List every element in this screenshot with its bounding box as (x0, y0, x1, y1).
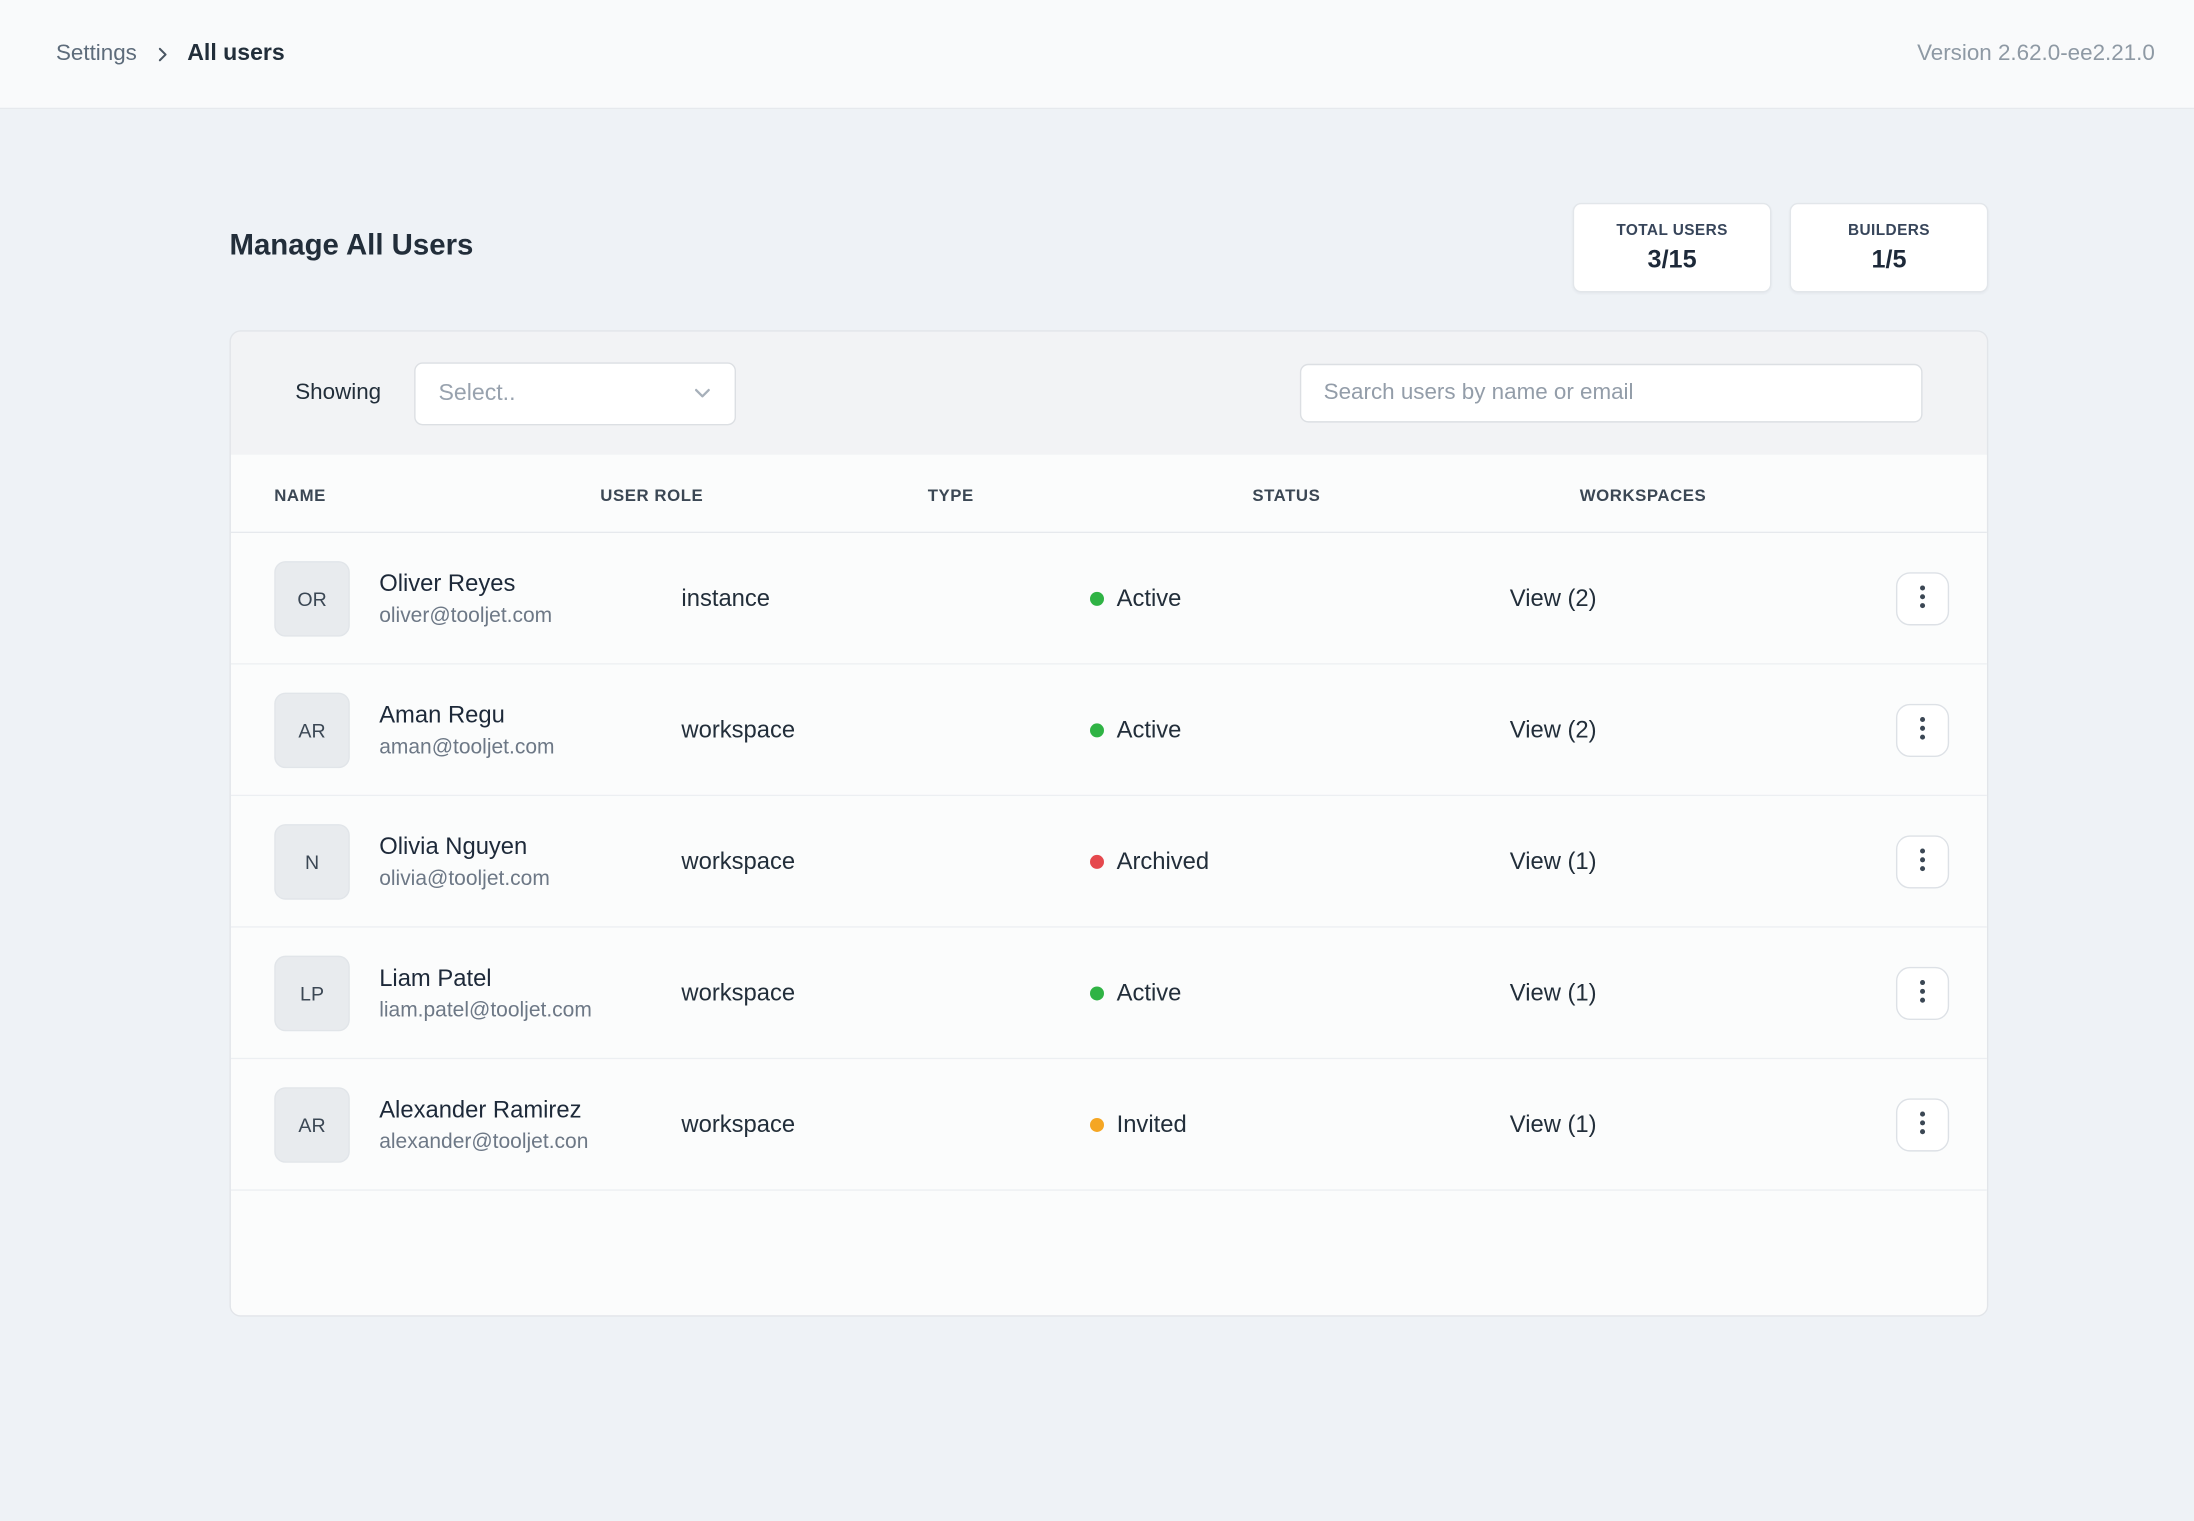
user-info: Olivia Nguyen olivia@tooljet.com (379, 833, 550, 890)
user-role: workspace (681, 1110, 795, 1138)
column-header-name: NAME (274, 486, 326, 506)
showing-label: Showing (295, 381, 381, 406)
avatar-initials: N (305, 851, 319, 873)
status-text: Active (1117, 716, 1182, 744)
user-role: workspace (681, 979, 795, 1007)
status-dot (1090, 723, 1104, 737)
table-header: NAME USER ROLE TYPE STATUS WORKSPACES (231, 455, 1987, 533)
stat-value: 3/15 (1648, 244, 1697, 273)
select-value: Select.. (438, 380, 515, 407)
table-row: N Olivia Nguyen olivia@tooljet.com works… (231, 796, 1987, 928)
search-input[interactable] (1300, 364, 1923, 423)
stats: TOTAL USERS 3/15 BUILDERS 1/5 (1573, 203, 1989, 293)
status-dot (1090, 854, 1104, 868)
user-status: Active (1090, 716, 1181, 744)
status-text: Active (1117, 979, 1182, 1007)
app: Settings All users Version 2.62.0-ee2.21… (0, 0, 2194, 1521)
user-status: Active (1090, 584, 1181, 612)
status-text: Invited (1117, 1110, 1187, 1138)
row-actions-button[interactable] (1896, 1098, 1949, 1151)
users-table: NAME USER ROLE TYPE STATUS WORKSPACES OR… (231, 455, 1987, 1316)
avatar-initials: AR (298, 719, 325, 741)
page-title: Manage All Users (229, 229, 473, 263)
status-filter-select[interactable]: Select.. (415, 362, 737, 425)
user-email: liam.patel@tooljet.com (379, 998, 592, 1022)
status-text: Active (1117, 584, 1182, 612)
user-name: Liam Patel (379, 964, 592, 992)
breadcrumb: Settings All users (56, 41, 285, 68)
user-name: Oliver Reyes (379, 569, 552, 597)
stat-label: BUILDERS (1848, 222, 1930, 239)
avatar: AR (274, 1087, 350, 1163)
user-status: Invited (1090, 1110, 1187, 1138)
table-row: AR Alexander Ramirez alexander@tooljet.c… (231, 1059, 1987, 1191)
table-row: LP Liam Patel liam.patel@tooljet.com wor… (231, 928, 1987, 1060)
row-actions-button[interactable] (1896, 572, 1949, 625)
users-panel: Showing Select.. NAME USER ROLE TYPE STA… (229, 330, 1988, 1316)
avatar-initials: OR (297, 588, 326, 610)
status-dot (1090, 591, 1104, 605)
user-info: Oliver Reyes oliver@tooljet.com (379, 569, 552, 626)
user-status: Active (1090, 979, 1181, 1007)
column-header-type: TYPE (928, 486, 974, 506)
topbar: Settings All users Version 2.62.0-ee2.21… (0, 0, 2194, 109)
kebab-icon (1920, 1110, 1926, 1138)
avatar: AR (274, 693, 350, 769)
user-email: alexander@tooljet.con (379, 1129, 588, 1153)
workspaces-view-link[interactable]: View (1) (1510, 847, 1597, 875)
chevron-right-icon (152, 44, 172, 64)
column-header-status: STATUS (1252, 486, 1320, 506)
filter-bar: Showing Select.. (231, 332, 1987, 455)
user-role: workspace (681, 716, 795, 744)
breadcrumb-settings[interactable]: Settings (56, 41, 137, 66)
kebab-icon (1920, 979, 1926, 1007)
stat-label: TOTAL USERS (1616, 222, 1728, 239)
status-dot (1090, 1117, 1104, 1131)
avatar: LP (274, 956, 350, 1032)
column-header-user-role: USER ROLE (600, 486, 703, 506)
kebab-icon (1920, 584, 1926, 612)
table-body: OR Oliver Reyes oliver@tooljet.com insta… (231, 533, 1987, 1191)
status-text: Archived (1117, 847, 1210, 875)
row-actions-button[interactable] (1896, 966, 1949, 1019)
user-name: Olivia Nguyen (379, 833, 550, 861)
column-header-workspaces: WORKSPACES (1580, 486, 1707, 506)
table-row: OR Oliver Reyes oliver@tooljet.com insta… (231, 533, 1987, 665)
user-name: Aman Regu (379, 701, 554, 729)
status-dot (1090, 986, 1104, 1000)
kebab-icon (1920, 716, 1926, 744)
user-name: Alexander Ramirez (379, 1096, 588, 1124)
stat-value: 1/5 (1871, 244, 1906, 273)
user-email: aman@tooljet.com (379, 735, 554, 759)
user-info: Liam Patel liam.patel@tooljet.com (379, 964, 592, 1021)
avatar-initials: LP (300, 982, 324, 1004)
user-email: oliver@tooljet.com (379, 603, 552, 627)
chevron-down-icon (690, 381, 715, 406)
workspaces-view-link[interactable]: View (1) (1510, 1110, 1597, 1138)
user-email: olivia@tooljet.com (379, 866, 550, 890)
kebab-icon (1920, 847, 1926, 875)
row-actions-button[interactable] (1896, 835, 1949, 888)
user-role: workspace (681, 847, 795, 875)
row-actions-button[interactable] (1896, 703, 1949, 756)
stat-card-builders: BUILDERS 1/5 (1790, 203, 1989, 293)
workspaces-view-link[interactable]: View (2) (1510, 716, 1597, 744)
user-role: instance (681, 584, 770, 612)
avatar: N (274, 824, 350, 900)
user-info: Aman Regu aman@tooljet.com (379, 701, 554, 758)
user-info: Alexander Ramirez alexander@tooljet.con (379, 1096, 588, 1153)
workspaces-view-link[interactable]: View (1) (1510, 979, 1597, 1007)
workspaces-view-link[interactable]: View (2) (1510, 584, 1597, 612)
version-label: Version 2.62.0-ee2.21.0 (1917, 41, 2155, 66)
user-status: Archived (1090, 847, 1209, 875)
breadcrumb-all-users: All users (187, 41, 285, 68)
avatar-initials: AR (298, 1114, 325, 1136)
table-row: AR Aman Regu aman@tooljet.com workspace … (231, 665, 1987, 797)
avatar: OR (274, 561, 350, 637)
stat-card-total-users: TOTAL USERS 3/15 (1573, 203, 1772, 293)
